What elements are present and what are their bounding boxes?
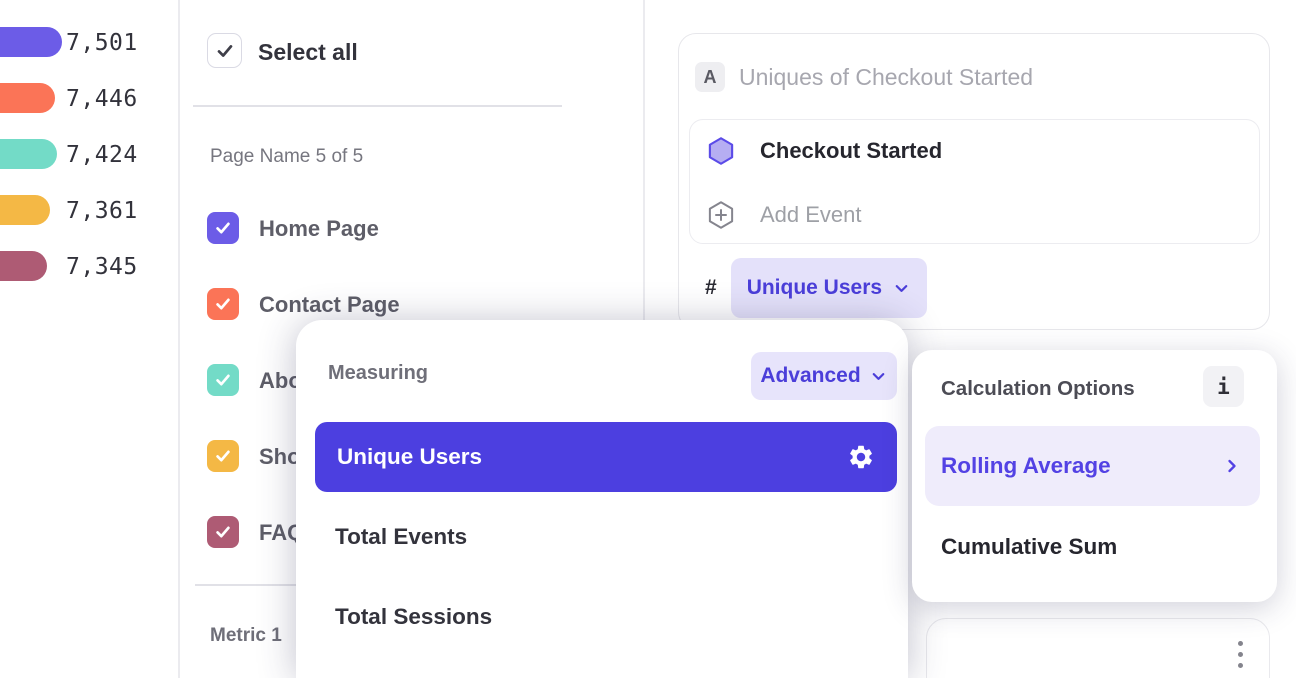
checkmark-icon xyxy=(213,294,233,314)
info-icon[interactable]: i xyxy=(1203,366,1244,407)
legend-value: 7,345 xyxy=(66,252,138,282)
legend-value: 7,501 xyxy=(66,28,138,58)
add-event-label: Add Event xyxy=(760,202,862,228)
measuring-mode-dropdown[interactable]: Advanced xyxy=(751,352,897,400)
measuring-mode-label: Advanced xyxy=(760,364,860,388)
select-all-checkbox[interactable] xyxy=(207,33,242,68)
calculation-options-menu: Calculation Options i Rolling Average Cu… xyxy=(912,350,1277,602)
chevron-down-icon xyxy=(869,367,888,386)
menu-option-total-events[interactable]: Total Events xyxy=(335,524,467,550)
checkmark-icon xyxy=(213,218,233,238)
series-item-contact-page[interactable]: Contact Page xyxy=(207,288,627,320)
legend-swatch xyxy=(0,83,55,113)
checkmark-icon xyxy=(213,370,233,390)
series-checkbox[interactable] xyxy=(207,440,239,472)
menu-option-label: Rolling Average xyxy=(941,453,1111,479)
metric-query-card: A Uniques of Checkout Started Checkout S… xyxy=(678,33,1270,330)
divider xyxy=(193,105,562,107)
measurement-value: Unique Users xyxy=(747,276,882,300)
checkmark-icon xyxy=(213,446,233,466)
chevron-down-icon xyxy=(892,279,911,298)
kebab-menu-icon[interactable] xyxy=(1236,639,1245,670)
series-checkbox[interactable] xyxy=(207,364,239,396)
metric-title-input[interactable]: Uniques of Checkout Started xyxy=(739,64,1033,91)
add-event-button[interactable]: Add Event xyxy=(706,198,862,232)
series-checkbox[interactable] xyxy=(207,288,239,320)
legend-panel-divider xyxy=(178,0,180,678)
event-name: Checkout Started xyxy=(760,138,942,164)
legend-value: 7,361 xyxy=(66,196,138,226)
legend-swatch xyxy=(0,27,62,57)
event-list-card: Checkout Started Add Event xyxy=(689,119,1260,244)
legend-value: 7,424 xyxy=(66,140,138,170)
chevron-right-icon xyxy=(1222,456,1242,476)
hexagon-plus-icon xyxy=(706,200,736,230)
metric-row-badge: A xyxy=(695,62,725,92)
measurement-prefix: # xyxy=(705,276,717,300)
series-checkbox[interactable] xyxy=(207,212,239,244)
legend-swatch xyxy=(0,139,57,169)
gear-icon[interactable] xyxy=(847,443,875,471)
metric-card-next xyxy=(926,618,1270,678)
menu-option-rolling-average[interactable]: Rolling Average xyxy=(925,426,1260,506)
series-item-home-page[interactable]: Home Page xyxy=(207,212,627,244)
measurement-dropdown[interactable]: Unique Users xyxy=(731,258,927,318)
hexagon-icon xyxy=(706,136,736,166)
legend-swatch xyxy=(0,251,47,281)
menu-option-cumulative-sum[interactable]: Cumulative Sum xyxy=(941,534,1117,560)
measuring-menu: Measuring Advanced Unique Users Total Ev… xyxy=(296,320,908,678)
legend-swatch xyxy=(0,195,50,225)
menu-option-label: Unique Users xyxy=(337,444,482,470)
menu-option-total-sessions[interactable]: Total Sessions xyxy=(335,604,492,630)
select-all-label[interactable]: Select all xyxy=(258,39,358,66)
checkmark-icon xyxy=(213,522,233,542)
analytics-app: 7,501 7,446 7,424 7,361 7,345 Select all… xyxy=(0,0,1296,678)
checkmark-icon xyxy=(214,40,236,62)
series-label: Home Page xyxy=(259,214,379,244)
event-row-checkout-started[interactable]: Checkout Started xyxy=(706,134,942,168)
menu-option-unique-users[interactable]: Unique Users xyxy=(315,422,897,492)
metric-footer-label: Metric 1 xyxy=(210,625,282,647)
group-by-label: Page Name 5 of 5 xyxy=(210,146,363,168)
series-label: Contact Page xyxy=(259,290,400,320)
calculation-options-title: Calculation Options xyxy=(941,377,1135,401)
measurement-line: # Unique Users xyxy=(705,258,927,318)
legend-value: 7,446 xyxy=(66,84,138,114)
series-checkbox[interactable] xyxy=(207,516,239,548)
measuring-menu-title: Measuring xyxy=(328,362,428,385)
